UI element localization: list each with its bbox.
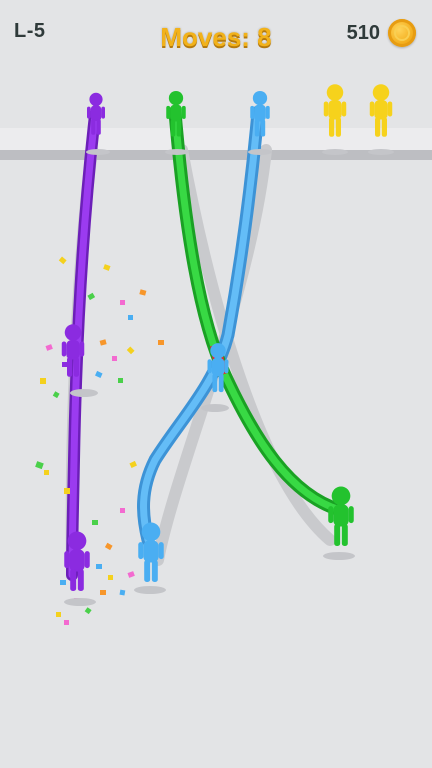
hud: L-5 Moves: 8 510 bbox=[0, 0, 432, 70]
back-ledge-edge bbox=[0, 150, 432, 160]
coin-count: 510 bbox=[346, 21, 380, 44]
gold-coin-icon bbox=[388, 19, 416, 47]
game-board[interactable] bbox=[0, 0, 432, 768]
coin-balance: 510 bbox=[347, 16, 416, 50]
back-ledge-top bbox=[0, 128, 432, 150]
